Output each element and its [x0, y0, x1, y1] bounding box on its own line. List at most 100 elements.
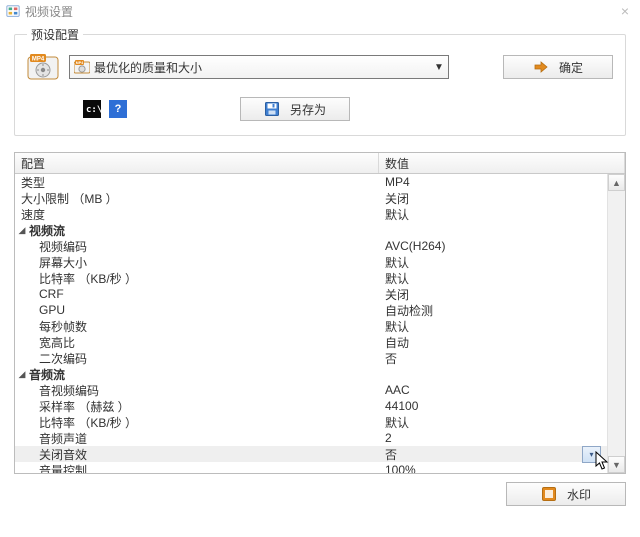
titlebar: 视频设置 ×: [0, 0, 640, 22]
cell-key: CRF: [15, 287, 379, 301]
scroll-down-icon[interactable]: ▼: [608, 456, 625, 473]
table-row[interactable]: 比特率 （KB/秒 ）默认: [15, 414, 607, 430]
cell-value-text: 否: [385, 350, 397, 367]
header-value[interactable]: 数值: [379, 153, 625, 173]
cell-value-text: 关闭: [385, 190, 409, 207]
table-row[interactable]: 采样率 （赫兹 ） 44100: [15, 398, 607, 414]
save-as-button[interactable]: 另存为: [240, 97, 350, 121]
cell-dropdown-button[interactable]: ▾: [582, 446, 601, 463]
cell-value[interactable]: 默认: [379, 414, 607, 431]
header-config[interactable]: 配置: [15, 153, 379, 173]
cell-key: 视频编码: [15, 238, 379, 255]
table-body: 类型MP4大小限制 （MB ）关闭速度默认◢视频流视频编码AVC(H264)屏幕…: [15, 174, 607, 473]
help-icon[interactable]: ?: [109, 100, 127, 118]
cell-value-text: 关闭: [385, 286, 409, 303]
cell-value-text: 44100: [385, 399, 418, 413]
ok-button[interactable]: 确定: [503, 55, 613, 79]
save-icon: [264, 101, 280, 117]
table-row[interactable]: 视频编码 AVC(H264): [15, 238, 607, 254]
table-row[interactable]: 速度默认: [15, 206, 607, 222]
cell-value[interactable]: 否▾: [379, 446, 607, 463]
cell-value-text: 2: [385, 431, 392, 445]
table-group[interactable]: ◢视频流: [15, 222, 607, 238]
svg-text:MP4: MP4: [76, 61, 83, 65]
preset-group: 预设配置 MP4: [14, 26, 626, 136]
window-title: 视频设置: [25, 3, 73, 20]
table-header: 配置 数值: [15, 153, 625, 174]
save-as-button-label: 另存为: [290, 101, 326, 118]
cell-value-text: 默认: [385, 414, 409, 431]
collapse-icon: ◢: [15, 369, 29, 380]
cell-key: 音频声道: [15, 430, 379, 447]
table-row[interactable]: 音视频编码 AAC: [15, 382, 607, 398]
svg-text:MP4: MP4: [32, 57, 45, 63]
preset-combo[interactable]: MP4 最优化的质量和大小 ▼: [69, 55, 449, 79]
scroll-up-icon[interactable]: ▲: [608, 174, 625, 191]
cell-value-text: 100%: [385, 463, 416, 473]
cell-value[interactable]: 关闭: [379, 190, 607, 207]
table-row[interactable]: 屏幕大小默认: [15, 254, 607, 270]
cell-key: 宽高比: [15, 334, 379, 351]
commandline-icon[interactable]: c:\: [83, 100, 101, 118]
table-row[interactable]: 音量控制100%: [15, 462, 607, 473]
preset-combo-icon: MP4: [74, 59, 90, 75]
watermark-icon: [541, 486, 557, 502]
cell-value[interactable]: 默认: [379, 254, 607, 271]
cell-value-text: 自动检测: [385, 302, 433, 319]
cell-value-text: AAC: [385, 383, 410, 397]
cell-value[interactable]: MP4: [379, 175, 607, 189]
cell-key: 二次编码: [15, 350, 379, 367]
cell-value[interactable]: 100%: [379, 463, 607, 473]
cell-value[interactable]: 44100: [379, 399, 607, 413]
cell-value[interactable]: 自动: [379, 334, 607, 351]
cell-value[interactable]: 关闭: [379, 286, 607, 303]
table-row[interactable]: 比特率 （KB/秒 ） 默认: [15, 270, 607, 286]
cell-key: 每秒帧数: [15, 318, 379, 335]
table-row[interactable]: 大小限制 （MB ） 关闭: [15, 190, 607, 206]
cell-value-text: 默认: [385, 270, 409, 287]
table-row[interactable]: 宽高比自动: [15, 334, 607, 350]
cell-value[interactable]: 自动检测: [379, 302, 607, 319]
table-row[interactable]: 类型 MP4: [15, 174, 607, 190]
table-row[interactable]: GPU 自动检测: [15, 302, 607, 318]
cell-value[interactable]: AAC: [379, 383, 607, 397]
cell-value[interactable]: 否: [379, 350, 607, 367]
cell-value-text: 默认: [385, 254, 409, 271]
cell-key: 屏幕大小: [15, 254, 379, 271]
cell-value[interactable]: 2: [379, 431, 607, 445]
group-label: 音频流: [29, 366, 65, 383]
table-group[interactable]: ◢音频流: [15, 366, 607, 382]
group-label: 视频流: [29, 222, 65, 239]
cell-key: 类型: [15, 174, 379, 191]
cell-key: 大小限制 （MB ）: [15, 190, 379, 207]
video-settings-window: 视频设置 × 预设配置 MP4: [0, 0, 640, 537]
cell-key: 比特率 （KB/秒 ）: [15, 270, 379, 287]
cell-value-text: 自动: [385, 334, 409, 351]
table-row[interactable]: 关闭音效否▾: [15, 446, 607, 462]
settings-table: 配置 数值 类型MP4大小限制 （MB ）关闭速度默认◢视频流视频编码AVC(H…: [14, 152, 626, 474]
cell-value[interactable]: 默认: [379, 270, 607, 287]
preset-legend: 预设配置: [27, 26, 83, 43]
close-icon[interactable]: ×: [616, 3, 634, 19]
table-row[interactable]: 每秒帧数默认: [15, 318, 607, 334]
preset-combo-label: 最优化的质量和大小: [94, 59, 430, 76]
cell-value-text: 默认: [385, 206, 409, 223]
table-row[interactable]: 音频声道 2: [15, 430, 607, 446]
cell-value[interactable]: AVC(H264): [379, 239, 607, 253]
vertical-scrollbar[interactable]: ▲ ▼: [607, 174, 625, 473]
cell-value-text: AVC(H264): [385, 239, 445, 253]
cell-value-text: 默认: [385, 318, 409, 335]
watermark-button[interactable]: 水印: [506, 482, 626, 506]
app-icon: [6, 4, 20, 18]
cell-key: 采样率 （赫兹 ）: [15, 398, 379, 415]
cell-value-text: MP4: [385, 175, 410, 189]
cell-value[interactable]: 默认: [379, 206, 607, 223]
table-row[interactable]: CRF 关闭: [15, 286, 607, 302]
table-row[interactable]: 二次编码否: [15, 350, 607, 366]
cell-value[interactable]: 默认: [379, 318, 607, 335]
cell-key: 音视频编码: [15, 382, 379, 399]
cell-key: GPU: [15, 303, 379, 317]
cell-key: 关闭音效: [15, 446, 379, 463]
preset-format-icon: MP4: [27, 51, 59, 83]
collapse-icon: ◢: [15, 225, 29, 236]
